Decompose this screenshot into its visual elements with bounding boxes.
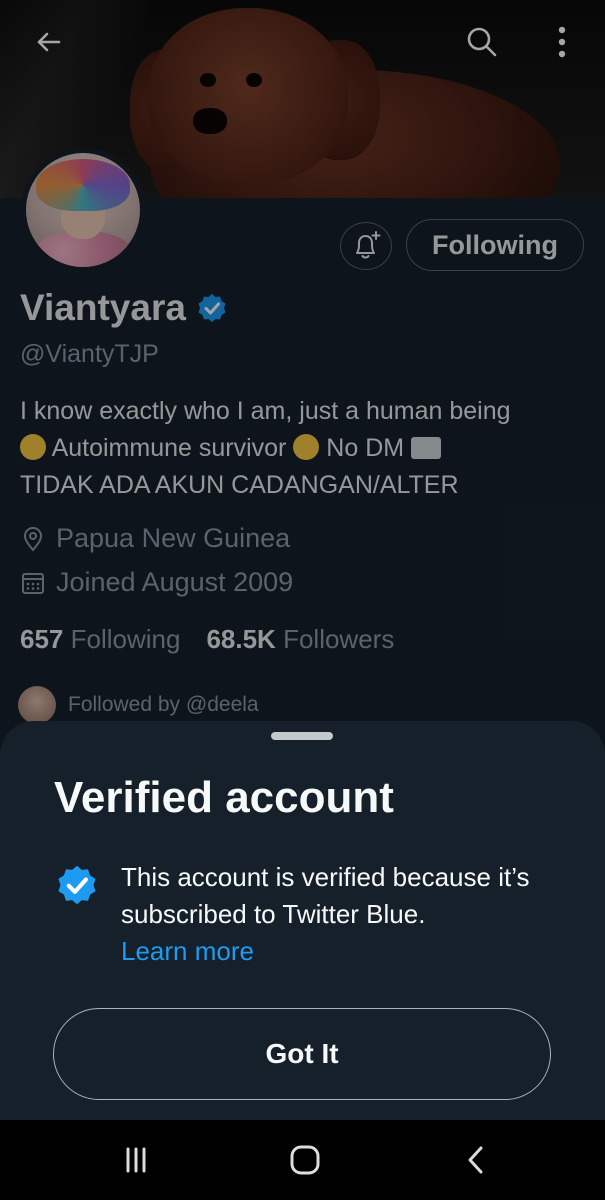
dog-eye: [200, 73, 216, 87]
verified-badge-container: [55, 863, 99, 912]
more-vertical-icon: [558, 26, 566, 58]
avatar-hair: [36, 159, 130, 211]
bio-text: Autoimmune survivor: [51, 434, 287, 462]
follow-stats: 657 Following 68.5K Followers: [20, 624, 394, 655]
recents-icon: [126, 1147, 146, 1173]
location-pin-icon: [23, 526, 43, 552]
envelope-emoji-icon: [411, 437, 442, 459]
bio-line: TIDAK ADA AKUN CADANGAN/ALTER: [20, 471, 459, 499]
bio-line: I know exactly who I am, just a human be…: [20, 397, 511, 425]
following-button[interactable]: Following: [406, 219, 584, 271]
display-name-row: Viantyara: [20, 287, 228, 329]
more-options-button[interactable]: [542, 22, 582, 62]
followed-by-text: Followed by @deela: [68, 693, 259, 716]
banner-dog-head: [148, 8, 348, 183]
joined-text: Joined August 2009: [56, 567, 294, 597]
calendar-icon: [22, 572, 44, 594]
sheet-description: This account is verified because it’s su…: [121, 859, 561, 970]
followers-stat[interactable]: 68.5K Followers: [206, 624, 394, 655]
bell-plus-icon: [356, 231, 381, 259]
bio: I know exactly who I am, just a human be…: [20, 393, 590, 504]
handle: @ViantyTJP: [20, 340, 159, 368]
following-count: 657: [20, 624, 64, 654]
learn-more-link[interactable]: Learn more: [121, 933, 561, 970]
avatar-photo: [26, 153, 140, 267]
back-chevron-icon: [468, 1146, 483, 1174]
halo-emoji-icon: [293, 434, 320, 460]
dog-nose: [193, 108, 227, 134]
recents-button[interactable]: [106, 1140, 166, 1180]
following-stat[interactable]: 657 Following: [20, 624, 180, 655]
joined-row: Joined August 2009: [20, 567, 293, 598]
back-button[interactable]: [28, 22, 68, 62]
followers-label: Followers: [283, 624, 395, 654]
smiling-emoji-icon: [20, 434, 46, 460]
sheet-drag-handle[interactable]: [271, 732, 333, 740]
bio-text: No DM: [326, 434, 405, 462]
sheet-description-text: This account is verified because it’s su…: [121, 862, 530, 929]
mutual-follower-avatar: [18, 686, 56, 724]
avatar[interactable]: [21, 148, 145, 272]
dog-eye: [246, 73, 262, 87]
android-nav-bar: [0, 1120, 605, 1200]
display-name: Viantyara: [20, 287, 186, 328]
sheet-title: Verified account: [54, 773, 394, 822]
location-row: Papua New Guinea: [20, 523, 290, 554]
following-label: Following: [70, 624, 181, 654]
verified-badge-icon: [198, 294, 226, 322]
search-icon: [467, 27, 497, 57]
notifications-button[interactable]: [340, 222, 392, 270]
verified-bottom-sheet: Verified account This account is verifie…: [0, 721, 605, 1121]
followed-by-row[interactable]: Followed by @deela: [18, 686, 259, 724]
arrow-left-icon: [37, 32, 61, 52]
verified-badge-icon: [58, 865, 96, 905]
bio-line: Autoimmune survivor No DM: [20, 430, 590, 467]
got-it-button[interactable]: Got It: [53, 1008, 551, 1100]
location-text: Papua New Guinea: [56, 523, 291, 553]
home-icon: [290, 1145, 320, 1175]
followers-count: 68.5K: [206, 624, 276, 654]
back-nav-button[interactable]: [446, 1140, 506, 1180]
home-button[interactable]: [275, 1140, 335, 1180]
search-button[interactable]: [462, 22, 502, 62]
